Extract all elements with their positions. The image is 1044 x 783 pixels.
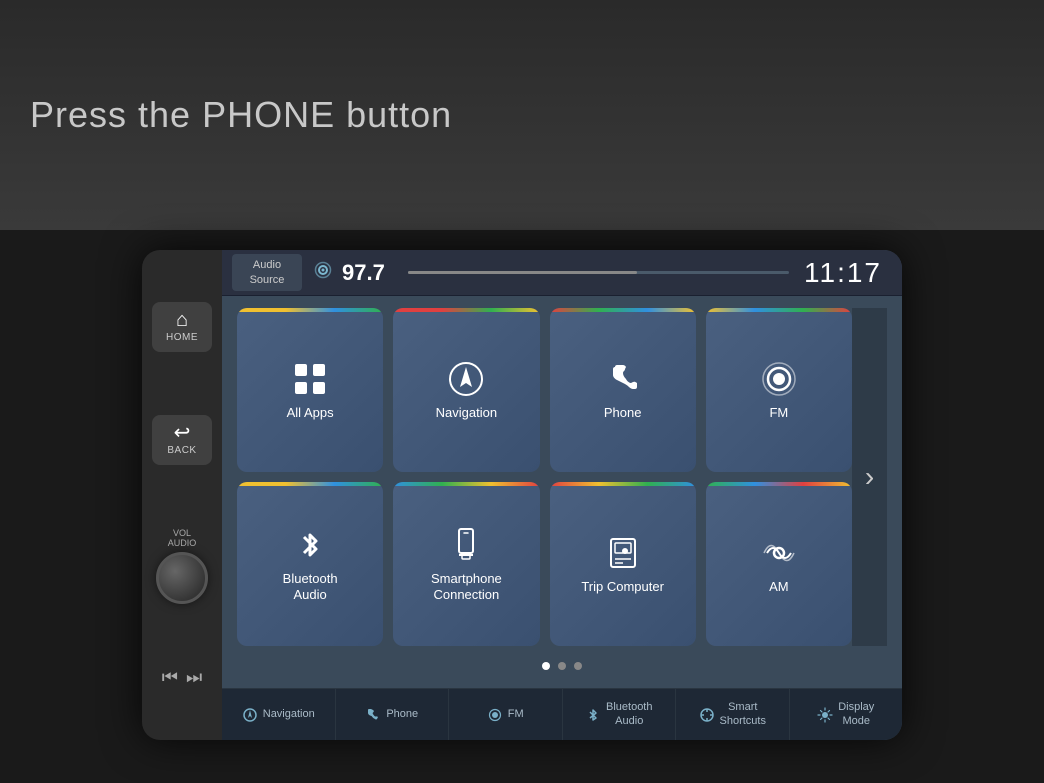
station-area: 97.7 [302,259,804,286]
radio-icon [312,259,334,286]
bottom-area: ⌂ HOME ↩ BACK VOLAUDIO ⏮ ⏭ AudioSource [0,230,1044,783]
tile-fm-label: FM [769,405,788,421]
bluetooth-icon [290,525,330,565]
instruction-text: Press the PHONE button [30,94,452,136]
nav-navigation-icon [242,707,258,723]
tile-navigation-label: Navigation [436,405,497,421]
app-grid-area: All Apps Navigation [222,296,902,688]
right-arrow-area: › [852,308,887,646]
tile-smartphone-label: SmartphoneConnection [431,571,502,602]
nav-display-icon [817,707,833,723]
home-label: HOME [166,332,198,343]
nav-phone[interactable]: Phone [336,689,450,740]
navigation-icon [446,359,486,399]
tile-am[interactable]: AM [706,482,852,646]
trip-icon [603,533,643,573]
tile-navigation[interactable]: Navigation [393,308,539,472]
am-radio-icon [759,533,799,573]
nav-display-mode-label: DisplayMode [838,701,874,727]
grid-icon [290,359,330,399]
vol-label: VOLAUDIO [168,528,197,548]
nav-bluetooth-audio[interactable]: BluetoothAudio [563,689,677,740]
left-controls: ⌂ HOME ↩ BACK VOLAUDIO ⏮ ⏭ [142,250,222,740]
nav-fm[interactable]: FM [449,689,563,740]
dot-2[interactable] [558,662,566,670]
nav-fm-label: FM [508,708,524,721]
back-button[interactable]: ↩ BACK [152,415,212,465]
nav-phone-label: Phone [386,708,418,721]
tile-bluetooth-label: BluetoothAudio [283,571,338,602]
dot-3[interactable] [574,662,582,670]
grid-with-arrow: All Apps Navigation [237,308,887,646]
tile-all-apps-label: All Apps [287,405,334,421]
tile-phone-label: Phone [604,405,642,421]
audio-source-button[interactable]: AudioSource [232,254,302,291]
tile-phone[interactable]: Phone [550,308,696,472]
display-unit: ⌂ HOME ↩ BACK VOLAUDIO ⏮ ⏭ AudioSource [142,250,902,740]
page-dots [237,656,887,676]
vol-knob[interactable] [156,552,208,604]
top-banner: Press the PHONE button [0,0,1044,230]
bottom-nav: Navigation Phone FM [222,688,902,740]
app-row-2: BluetoothAudio SmartphoneConnection [237,482,852,646]
app-row-1: All Apps Navigation [237,308,852,472]
tile-smartphone[interactable]: SmartphoneConnection [393,482,539,646]
tile-fm[interactable]: FM [706,308,852,472]
tile-trip-label: Trip Computer [581,579,664,595]
tile-all-apps[interactable]: All Apps [237,308,383,472]
home-button[interactable]: ⌂ HOME [152,302,212,352]
nav-bluetooth-icon [585,707,601,723]
tiles-area: All Apps Navigation [237,308,852,646]
nav-display-mode[interactable]: DisplayMode [790,689,903,740]
tile-trip-computer[interactable]: Trip Computer [550,482,696,646]
home-icon: ⌂ [176,310,188,330]
back-icon: ↩ [174,423,191,443]
nav-smart-shortcuts[interactable]: SmartShortcuts [676,689,790,740]
nav-smart-shortcuts-label: SmartShortcuts [720,701,766,727]
nav-bluetooth-label: BluetoothAudio [606,701,652,727]
volume-control: VOLAUDIO [156,528,208,604]
main-screen: AudioSource 97.7 11:17 [222,250,902,740]
skip-controls: ⏮ ⏭ [162,667,202,688]
tile-bluetooth-audio[interactable]: BluetoothAudio [237,482,383,646]
next-button[interactable]: ⏭ [186,667,202,688]
station-text: 97.7 [342,260,385,286]
time-display: 11:17 [804,257,892,289]
dot-1[interactable] [542,662,550,670]
back-label: BACK [167,445,196,456]
next-page-button[interactable]: › [865,461,874,493]
phone-icon [603,359,643,399]
progress-fill [408,271,637,274]
nav-navigation[interactable]: Navigation [222,689,336,740]
header-bar: AudioSource 97.7 11:17 [222,250,902,296]
tile-am-label: AM [769,579,789,595]
fm-radio-icon [759,359,799,399]
nav-shortcuts-icon [699,707,715,723]
nav-phone-icon [365,707,381,723]
nav-navigation-label: Navigation [263,708,315,721]
smartphone-icon [446,525,486,565]
prev-button[interactable]: ⏮ [162,667,178,688]
progress-bar [408,271,789,274]
nav-fm-icon [487,707,503,723]
